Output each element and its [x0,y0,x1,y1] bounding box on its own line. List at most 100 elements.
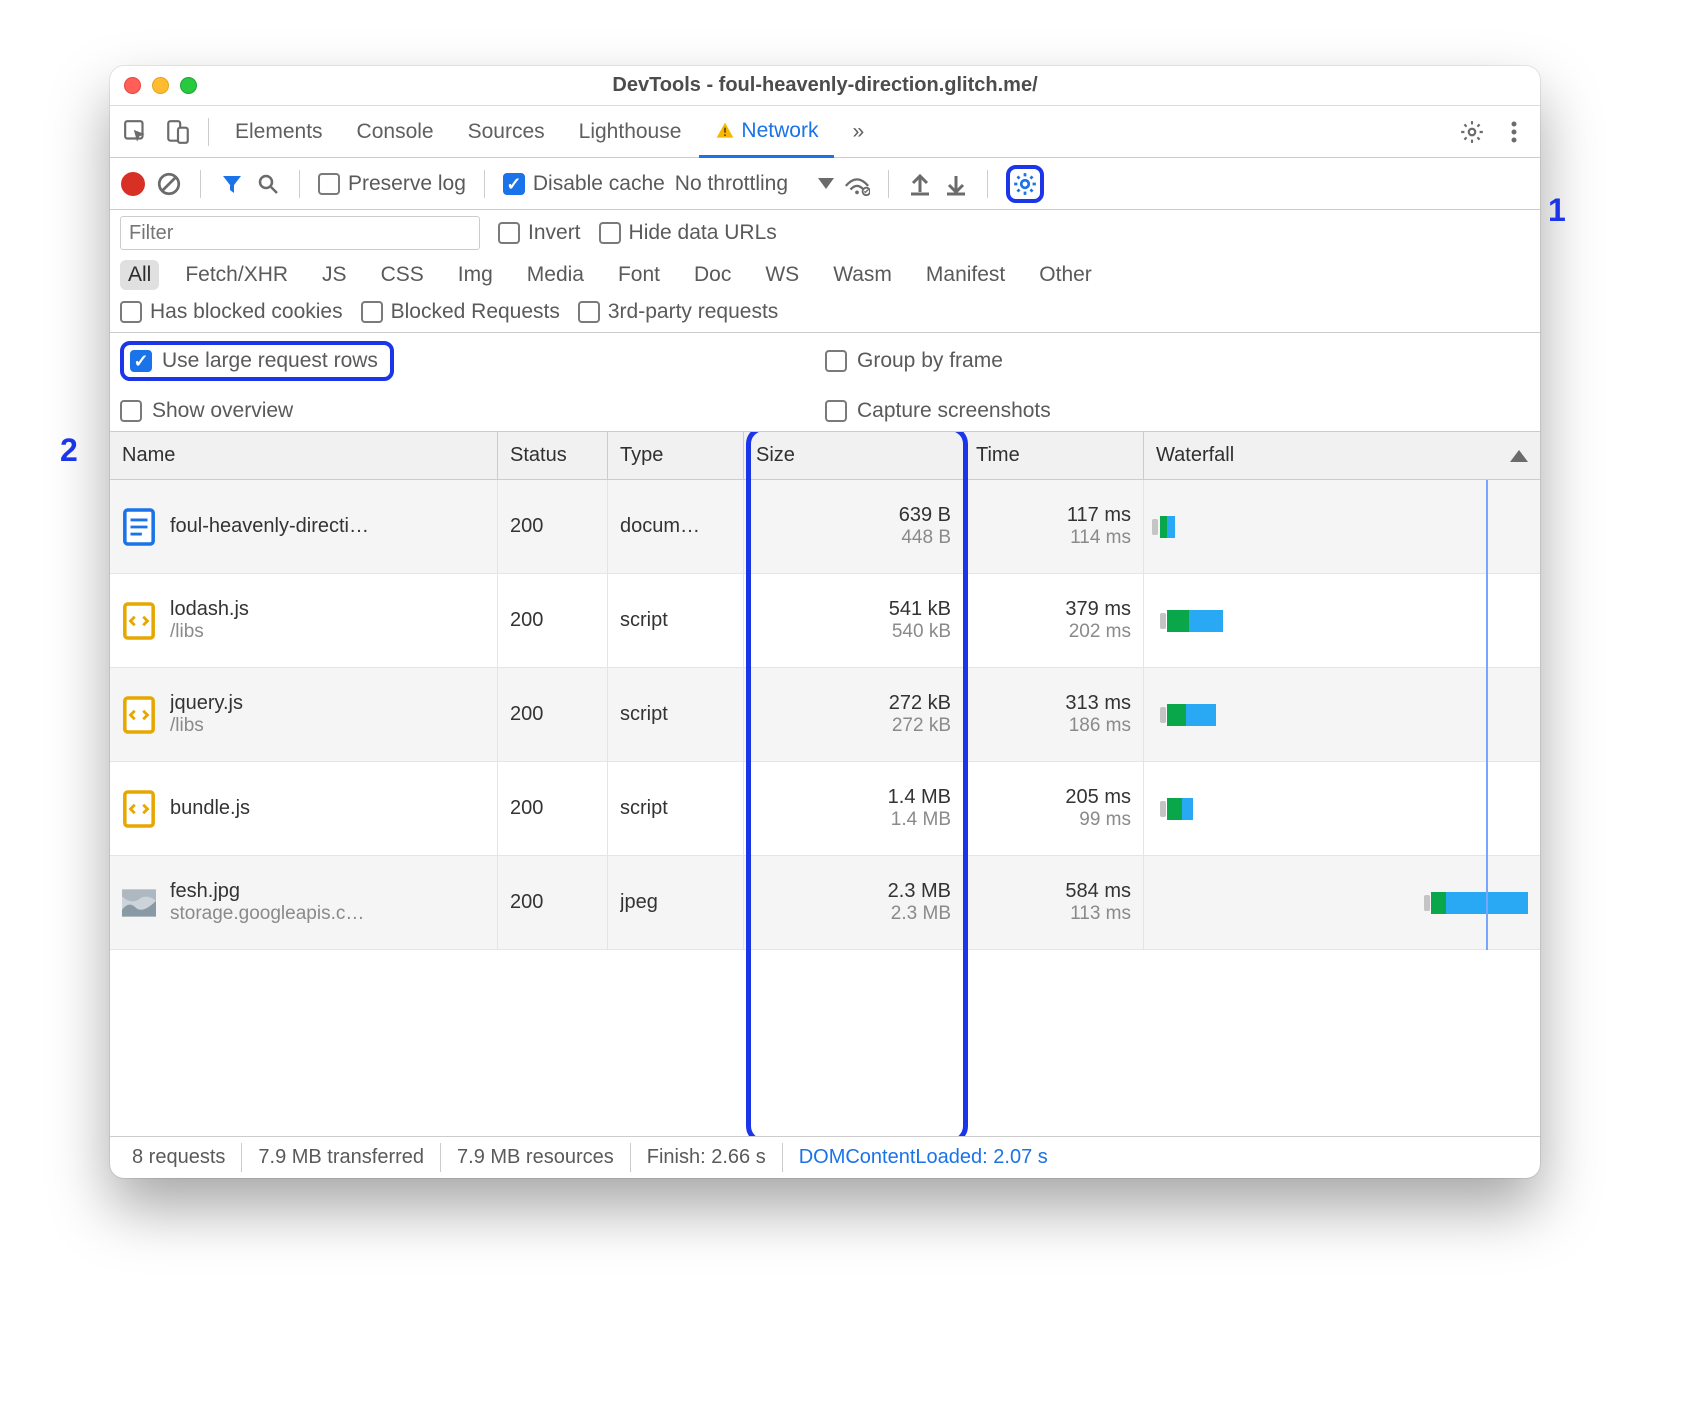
capture-ss-label: Capture screenshots [857,399,1051,423]
request-path: storage.googleapis.c… [170,903,364,925]
filter-ws[interactable]: WS [757,260,807,290]
request-name: bundle.js [170,797,250,820]
search-icon[interactable] [255,171,281,197]
cell-type: script [608,668,744,761]
tab-console[interactable]: Console [341,106,450,157]
file-type-icon [122,507,156,547]
toggle-device-icon[interactable] [158,112,198,152]
cell-status: 200 [498,762,608,855]
clear-icon[interactable] [156,171,182,197]
sort-asc-icon [1510,450,1528,462]
filter-other[interactable]: Other [1031,260,1100,290]
disable-cache-checkbox[interactable]: Disable cache [503,172,665,196]
titlebar: DevTools - foul-heavenly-direction.glitc… [110,66,1540,106]
filter-doc[interactable]: Doc [686,260,739,290]
filter-all[interactable]: All [120,260,159,290]
hide-data-label: Hide data URLs [629,221,777,245]
filter-img[interactable]: Img [450,260,501,290]
filter-wasm[interactable]: Wasm [825,260,900,290]
col-type[interactable]: Type [608,432,744,479]
capture-screenshots-checkbox[interactable]: Capture screenshots [825,399,1530,423]
file-type-icon [122,883,156,923]
hide-data-urls-checkbox[interactable]: Hide data URLs [599,221,777,245]
tabs-overflow[interactable]: » [836,106,880,157]
table-row[interactable]: lodash.js /libs 200 script 541 kB540 kB … [110,574,1540,668]
annotation-number-1: 1 [1548,192,1566,229]
cell-size: 2.3 MB2.3 MB [744,856,964,949]
col-waterfall[interactable]: Waterfall [1144,432,1540,479]
file-type-icon [122,789,156,829]
network-settings-gear-icon[interactable] [1012,171,1038,197]
kebab-menu-icon[interactable] [1494,112,1534,152]
status-requests: 8 requests [116,1143,242,1172]
has-blocked-label: Has blocked cookies [150,300,343,324]
type-filters: All Fetch/XHR JS CSS Img Media Font Doc … [120,260,1530,290]
cell-status: 200 [498,668,608,761]
cell-status: 200 [498,480,608,573]
table-header: Name Status Type Size Time Waterfall [110,432,1540,480]
network-toolbar: Preserve log Disable cache No throttling [110,158,1540,210]
filter-bar: Invert Hide data URLs All Fetch/XHR JS C… [110,210,1540,333]
tab-lighthouse[interactable]: Lighthouse [563,106,698,157]
col-waterfall-label: Waterfall [1156,444,1234,467]
settings-gear-icon[interactable] [1452,112,1492,152]
tab-elements[interactable]: Elements [219,106,339,157]
third-party-checkbox[interactable]: 3rd-party requests [578,300,778,324]
col-size[interactable]: Size [744,432,964,479]
import-har-icon[interactable] [907,171,933,197]
filter-css[interactable]: CSS [373,260,432,290]
cell-size: 639 B448 B [744,480,964,573]
invert-checkbox[interactable]: Invert [498,221,581,245]
cell-status: 200 [498,574,608,667]
table-row[interactable]: foul-heavenly-directi… 200 docum… 639 B4… [110,480,1540,574]
divider [484,170,485,198]
cell-waterfall [1144,762,1540,855]
group-frame-label: Group by frame [857,349,1003,373]
preserve-log-checkbox[interactable]: Preserve log [318,172,466,196]
chevron-down-icon [818,178,834,189]
devtools-tabbar: Elements Console Sources Lighthouse Netw… [110,106,1540,158]
col-name[interactable]: Name [110,432,498,479]
col-time[interactable]: Time [964,432,1144,479]
export-har-icon[interactable] [943,171,969,197]
file-type-icon [122,601,156,641]
filter-js[interactable]: JS [314,260,355,290]
table-row[interactable]: bundle.js 200 script 1.4 MB1.4 MB 205 ms… [110,762,1540,856]
cell-size: 541 kB540 kB [744,574,964,667]
file-type-icon [122,695,156,735]
cell-name: jquery.js /libs [110,668,498,761]
tab-network[interactable]: Network [699,107,834,158]
divider [299,170,300,198]
filter-font[interactable]: Font [610,260,668,290]
network-settings-panel: Use large request rows Group by frame Sh… [110,333,1540,432]
tab-sources[interactable]: Sources [452,106,561,157]
inspect-element-icon[interactable] [116,112,156,152]
filter-fetchxhr[interactable]: Fetch/XHR [177,260,296,290]
network-conditions-icon[interactable] [844,171,870,197]
filter-media[interactable]: Media [519,260,592,290]
throttling-select[interactable]: No throttling [675,172,834,196]
cell-name: lodash.js /libs [110,574,498,667]
cell-name: fesh.jpg storage.googleapis.c… [110,856,498,949]
filter-icon[interactable] [219,171,245,197]
blocked-requests-checkbox[interactable]: Blocked Requests [361,300,560,324]
blocked-req-label: Blocked Requests [391,300,560,324]
use-large-rows-checkbox[interactable]: Use large request rows [130,349,378,373]
filter-input[interactable] [120,216,480,250]
group-by-frame-checkbox[interactable]: Group by frame [825,341,1530,381]
record-icon[interactable] [120,171,146,197]
cell-status: 200 [498,856,608,949]
cell-type: jpeg [608,856,744,949]
divider [987,170,988,198]
show-overview-checkbox[interactable]: Show overview [120,399,825,423]
table-row[interactable]: fesh.jpg storage.googleapis.c… 200 jpeg … [110,856,1540,950]
divider [888,170,889,198]
request-name: jquery.js [170,692,243,715]
request-name: lodash.js [170,598,249,621]
table-row[interactable]: jquery.js /libs 200 script 272 kB272 kB … [110,668,1540,762]
invert-label: Invert [528,221,581,245]
filter-manifest[interactable]: Manifest [918,260,1013,290]
col-status[interactable]: Status [498,432,608,479]
window-title: DevTools - foul-heavenly-direction.glitc… [110,74,1540,97]
has-blocked-cookies-checkbox[interactable]: Has blocked cookies [120,300,343,324]
